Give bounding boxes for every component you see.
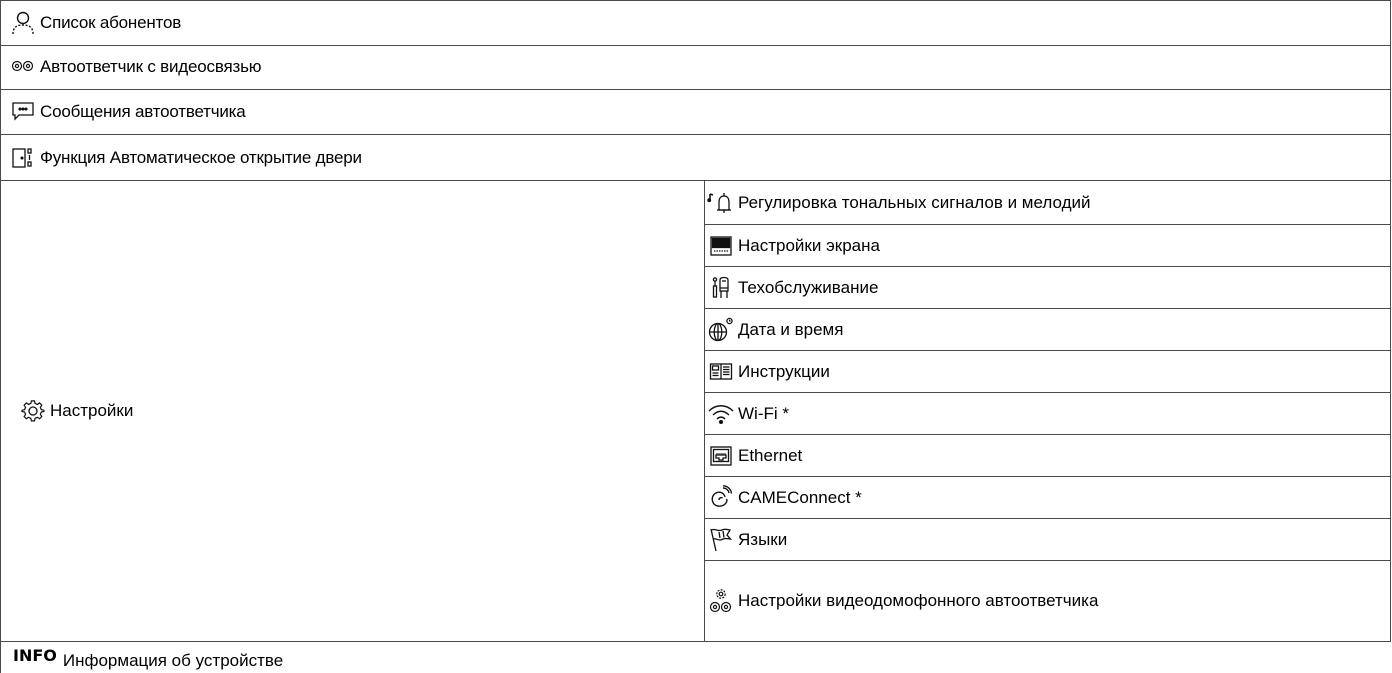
submenu-item-tones[interactable]: Регулировка тональных сигналов и мелодий (705, 181, 1390, 225)
submenu-item-wifi[interactable]: Wi-Fi * (705, 393, 1390, 435)
submenu-item-label: Инструкции (738, 361, 830, 381)
submenu-item-label: Дата и время (738, 319, 844, 339)
submenu-item-screen[interactable]: Настройки экрана (705, 225, 1390, 267)
ethernet-icon (707, 442, 735, 470)
submenu-item-label: Wi-Fi * (738, 403, 789, 423)
user-icon (9, 9, 37, 37)
door-icon (9, 144, 37, 172)
submenu-item-cameconnect[interactable]: CAMEConnect * (705, 477, 1390, 519)
submenu-item-label: Настройки видеодомофонного автоответчика (738, 591, 1099, 610)
menu-item-label: Функция Автоматическое открытие двери (40, 147, 362, 167)
flag-icon (707, 526, 735, 554)
voicemail-icon (9, 53, 37, 81)
wifi-icon (707, 400, 735, 428)
globe-clock-icon (707, 316, 735, 344)
voicemail-settings-icon (707, 587, 735, 615)
submenu-item-label: Языки (738, 529, 788, 549)
menu-item-answering-machine-messages[interactable]: Сообщения автоответчика (0, 90, 1391, 135)
submenu-item-maintenance[interactable]: Техобслуживание (705, 267, 1390, 309)
menu-item-settings[interactable]: Настройки (0, 181, 705, 642)
menu-item-label: Список абонентов (40, 13, 182, 32)
menu-item-video-answering-machine[interactable]: Автоответчик с видеосвязью (0, 45, 1391, 90)
settings-submenu: Регулировка тональных сигналов и мелодий… (704, 181, 1391, 642)
submenu-item-label: Регулировка тональных сигналов и мелодий (738, 192, 1091, 212)
menu-item-auto-door-open[interactable]: Функция Автоматическое открытие двери (0, 135, 1391, 181)
tools-icon (707, 274, 735, 302)
submenu-item-label: Настройки экрана (738, 235, 880, 255)
monitor-icon (707, 232, 735, 260)
menu-item-label: Настройки (50, 401, 134, 420)
submenu-item-ethernet[interactable]: Ethernet (705, 435, 1390, 477)
submenu-item-date-time[interactable]: Дата и время (705, 309, 1390, 351)
menu-table: Список абонентов Автоответчик с видеосвя… (0, 0, 1392, 673)
menu-item-label: Информация об устройстве (62, 651, 284, 670)
submenu-item-label: Техобслуживание (738, 277, 879, 297)
menu-item-label: Сообщения автоответчика (40, 102, 246, 121)
info-icon: INFO (13, 646, 57, 665)
submenu-item-languages[interactable]: Языки (705, 519, 1390, 561)
submenu-item-label: CAMEConnect * (738, 487, 862, 507)
book-icon (707, 358, 735, 386)
bell-music-icon (707, 189, 735, 217)
message-bubble-icon (9, 98, 37, 126)
submenu-item-label: Ethernet (738, 445, 803, 465)
submenu-item-instructions[interactable]: Инструкции (705, 351, 1390, 393)
gear-icon (19, 397, 47, 425)
menu-item-subscribers[interactable]: Список абонентов (0, 0, 1391, 46)
menu-item-label: Автоответчик с видеосвязью (40, 57, 262, 76)
cameconnect-icon (707, 484, 735, 512)
menu-item-device-info[interactable]: INFO Информация об устройстве (0, 641, 1392, 673)
submenu-item-voicemail-settings[interactable]: Настройки видеодомофонного автоответчика (705, 561, 1390, 641)
